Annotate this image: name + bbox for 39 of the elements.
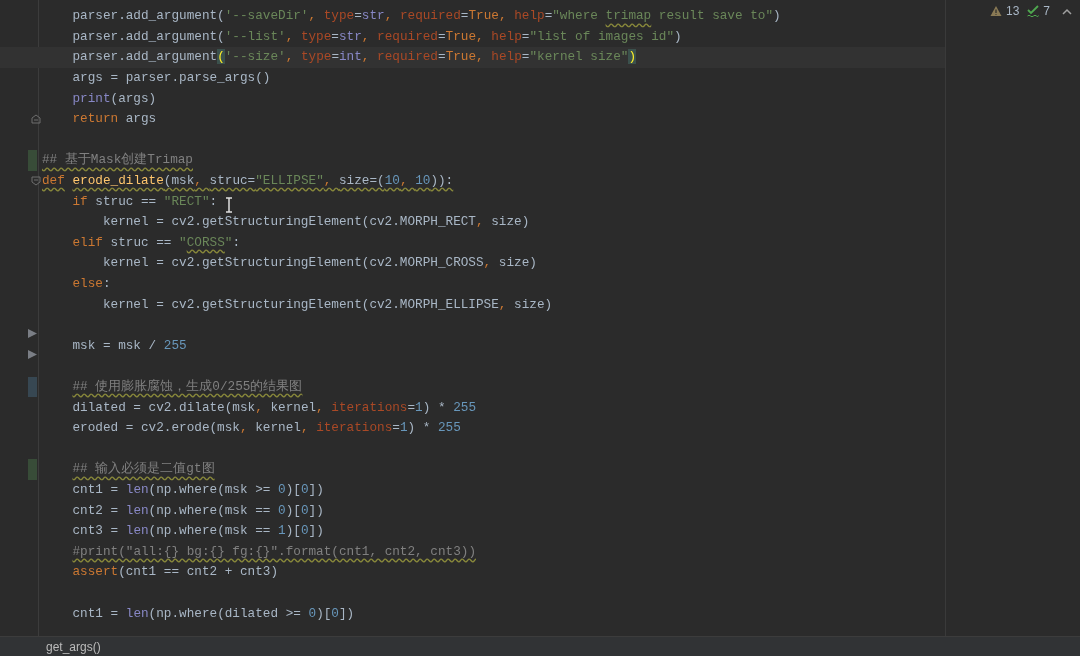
code-line: assert(cnt1 == cnt2 + cnt3) <box>71 563 279 582</box>
code-line: cnt1 = len(np.where(dilated >= 0)[0]) <box>71 604 355 623</box>
arrow-icon[interactable] <box>28 349 37 359</box>
code-line: #print("all:{} bg:{} fg:{}".format(cnt1, cnt2, cnt3)) <box>71 542 476 561</box>
code-line: ## 使用膨胀腐蚀，生成0/255的结果图 <box>71 378 303 396</box>
code-line: ## 输入必须是二值gt图 <box>71 460 215 479</box>
inspection-count: 13 <box>1005 3 1020 20</box>
code-line: cnt3 = len(np.where(msk == 1)[0]) <box>71 522 324 541</box>
fold-icon[interactable] <box>31 113 41 124</box>
code-line: msk = msk / 255 <box>71 336 187 355</box>
code-line: kernel = cv2.getStructuringElement(cv2.MORPH_ELLIPSE, size) <box>101 295 553 314</box>
code-line: elif struc == "CORSS": <box>71 233 240 252</box>
code-line: dilated = cv2.dilate(msk, kernel, iterations=1) * 255 <box>71 398 477 417</box>
code-line: cnt1 = len(np.where(msk >= 0)[0]) <box>71 480 324 499</box>
check-icon[interactable] <box>1027 5 1040 17</box>
code-line: kernel = cv2.getStructuringElement(cv2.MORPH_CROSS, size) <box>101 254 537 273</box>
text-cursor-icon <box>225 197 233 213</box>
code-line: parser.add_argument('--size', type=int, required=True, help="kernel size") <box>71 48 637 67</box>
arrow-icon[interactable] <box>28 328 37 338</box>
code-line: else: <box>71 275 111 293</box>
code-line: return args <box>71 110 157 129</box>
fold-icon[interactable] <box>31 175 41 186</box>
code-line: if struc == "RECT": <box>71 192 218 211</box>
code-line: eroded = cv2.erode(msk, kernel, iterations=1) * 255 <box>71 419 461 438</box>
code-line: parser.add_argument('--saveDir', type=str, required=True, help="where trimap result save to") <box>71 7 781 26</box>
inspection-count: 7 <box>1043 3 1050 20</box>
code-line: cnt2 = len(np.where(msk == 0)[0]) <box>71 501 324 520</box>
warning-icon[interactable] <box>989 5 1002 17</box>
caret-icon[interactable] <box>1062 7 1072 15</box>
code-line: def erode_dilate(msk, struc="ELLIPSE", size=(10, 10)): <box>42 172 454 191</box>
code-line: parser.add_argument('--list', type=str, required=True, help="list of images id") <box>71 27 682 46</box>
change-marker[interactable] <box>28 150 37 171</box>
code-line: args = parser.parse_args() <box>71 69 271 88</box>
code-line: kernel = cv2.getStructuringElement(cv2.MORPH_RECT, size) <box>101 213 530 232</box>
change-marker[interactable] <box>28 376 37 398</box>
change-marker[interactable] <box>28 459 37 480</box>
code-line: ## 基于Mask创建Trimap <box>42 151 193 170</box>
breadcrumb[interactable]: get_args() <box>46 637 101 656</box>
code-line: print(args) <box>71 89 157 108</box>
